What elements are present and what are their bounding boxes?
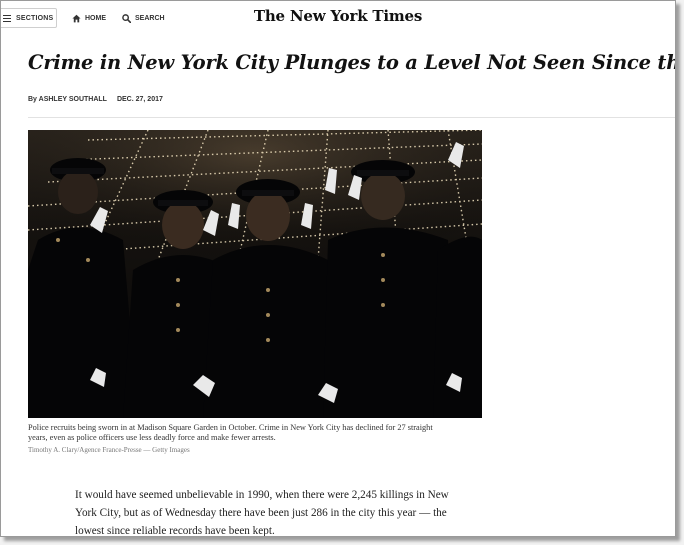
author[interactable]: By ASHLEY SOUTHALL [28,96,107,103]
divider [28,117,675,118]
article-photo [28,130,482,418]
photo-credit: Timothy A. Clary/Agence France-Presse — … [28,446,190,454]
browser-page: SECTIONS HOME SEARCH The New York Times … [0,0,676,537]
article-headline: Crime in New York City Plunges to a Leve… [28,51,675,74]
byline: By ASHLEY SOUTHALL DEC. 27, 2017 [28,96,163,103]
nyt-logo[interactable]: The New York Times [1,7,675,25]
article-paragraph: It would have seemed unbelievable in 199… [75,489,449,537]
publish-date: DEC. 27, 2017 [116,96,163,103]
photo-caption: Police recruits being sworn in at Madiso… [28,423,433,442]
top-navigation: SECTIONS HOME SEARCH The New York Times [1,1,675,35]
